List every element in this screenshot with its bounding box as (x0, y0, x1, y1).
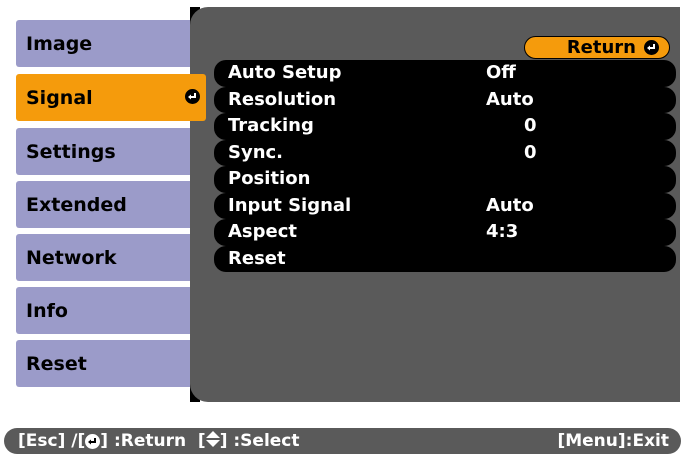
row-resolution[interactable]: Resolution Auto (214, 86, 676, 113)
enter-icon (185, 89, 200, 104)
row-label: Reset (228, 247, 286, 269)
up-down-arrows-icon (205, 430, 220, 452)
help-bar: [Esc] /[ ] :Return [ ] :Select [Menu]:Ex… (4, 428, 681, 454)
row-value: 0 (524, 141, 537, 163)
row-value: Auto (486, 88, 534, 110)
row-aspect[interactable]: Aspect 4:3 (214, 219, 676, 246)
row-label: Aspect (228, 221, 298, 242)
settings-list: Auto Setup Off Resolution Auto Tracking … (214, 60, 676, 272)
row-value: 0 (524, 115, 537, 136)
row-label: Resolution (228, 88, 337, 110)
row-label: Sync. (228, 141, 284, 163)
return-button[interactable]: Return (524, 36, 670, 59)
sidebar-item-label: Network (26, 246, 117, 269)
row-label: Position (228, 168, 311, 189)
sidebar-item-image[interactable]: Image (16, 20, 195, 67)
row-reset[interactable]: Reset (214, 245, 676, 272)
sidebar-item-reset[interactable]: Reset (16, 340, 195, 387)
sidebar-item-label: Settings (26, 140, 116, 163)
sidebar-item-extended[interactable]: Extended (16, 181, 195, 228)
select-hint: ] :Select (219, 431, 300, 451)
row-label: Auto Setup (228, 62, 342, 83)
row-input-signal[interactable]: Input Signal Auto (214, 192, 676, 219)
sidebar-item-settings[interactable]: Settings (16, 128, 195, 175)
row-value: Auto (486, 194, 534, 216)
row-label: Tracking (228, 115, 314, 136)
row-sync[interactable]: Sync. 0 (214, 139, 676, 166)
row-label: Input Signal (228, 194, 352, 216)
row-auto-setup[interactable]: Auto Setup Off (214, 60, 676, 87)
exit-hint: [Menu]:Exit (557, 431, 669, 451)
return-hint: ] :Return [ (100, 431, 206, 451)
sidebar-item-label: Info (26, 299, 68, 322)
sidebar-item-label: Reset (26, 352, 87, 375)
sidebar-item-info[interactable]: Info (16, 287, 195, 334)
row-tracking[interactable]: Tracking 0 (214, 113, 676, 140)
enter-icon (85, 433, 101, 449)
esc-hint: [Esc] /[ (18, 431, 86, 451)
row-value: Off (486, 62, 516, 83)
sidebar-item-network[interactable]: Network (16, 234, 195, 281)
row-value: 4:3 (486, 221, 519, 242)
sidebar-item-label: Signal (26, 86, 93, 109)
row-position[interactable]: Position (214, 166, 676, 193)
enter-icon (644, 40, 659, 55)
sidebar-item-label: Image (26, 32, 93, 55)
sidebar-item-signal[interactable]: Signal (16, 74, 206, 121)
return-label: Return (566, 37, 636, 58)
sidebar-item-label: Extended (26, 193, 127, 216)
